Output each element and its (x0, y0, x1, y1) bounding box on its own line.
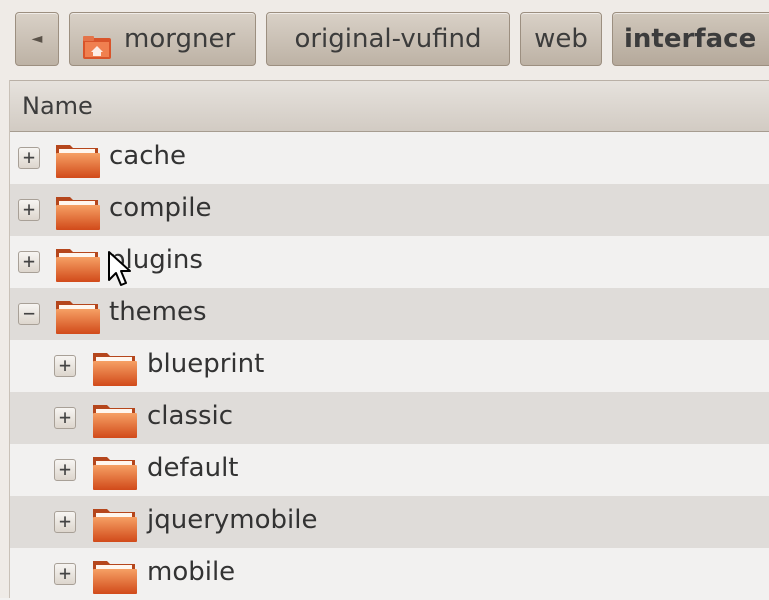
expand-icon[interactable]: + (54, 511, 76, 533)
breadcrumb-label: web (534, 24, 588, 54)
expand-icon[interactable]: + (18, 199, 40, 221)
breadcrumb-interface-button[interactable]: interface (612, 12, 769, 66)
left-edge (0, 80, 10, 598)
tree-item-label: default (147, 453, 239, 483)
tree-item-label: themes (109, 297, 207, 327)
breadcrumb-home-button[interactable]: morgner (69, 12, 256, 66)
folder-icon (93, 353, 137, 386)
collapse-icon[interactable]: − (18, 303, 40, 325)
tree-item-label: classic (147, 401, 234, 431)
expand-icon[interactable]: + (54, 355, 76, 377)
expand-icon[interactable]: + (18, 251, 40, 273)
expand-icon[interactable]: + (54, 563, 76, 585)
tree-item-label: jquerymobile (147, 505, 318, 535)
tree-row[interactable]: + blueprint (10, 340, 769, 392)
folder-icon (56, 145, 100, 178)
tree-item-label: blueprint (147, 349, 265, 379)
column-header-name[interactable]: Name (10, 80, 769, 132)
tree-row[interactable]: + cache (10, 132, 769, 184)
folder-icon (56, 197, 100, 230)
folder-icon (56, 249, 100, 282)
folder-icon (93, 509, 137, 542)
tree-item-label: mobile (147, 557, 236, 587)
back-arrow-button[interactable]: ◄ (15, 12, 59, 66)
tree-item-label: compile (109, 193, 212, 223)
column-header-label: Name (22, 92, 93, 120)
tree-row[interactable]: + compile (10, 184, 769, 236)
breadcrumb: ◄ morgner original-vufind web interface (0, 0, 769, 80)
tree-item-label: cache (109, 141, 186, 171)
tree-row[interactable]: + classic (10, 392, 769, 444)
tree-row[interactable]: + jquerymobile (10, 496, 769, 548)
expand-icon[interactable]: + (54, 407, 76, 429)
expand-icon[interactable]: + (54, 459, 76, 481)
tree-row[interactable]: + mobile (10, 548, 769, 600)
mouse-pointer-icon (108, 251, 131, 286)
breadcrumb-label: original-vufind (294, 24, 482, 54)
folder-icon (93, 561, 137, 594)
breadcrumb-label: interface (624, 24, 757, 54)
folder-icon (93, 405, 137, 438)
breadcrumb-label: morgner (124, 24, 236, 54)
home-folder-icon (82, 26, 112, 59)
left-arrow-icon: ◄ (31, 31, 43, 47)
open-folder-icon (56, 301, 100, 334)
breadcrumb-original-vufind-button[interactable]: original-vufind (266, 12, 510, 66)
breadcrumb-web-button[interactable]: web (520, 12, 602, 66)
tree-row[interactable]: + default (10, 444, 769, 496)
tree-row[interactable]: − themes (10, 288, 769, 340)
folder-icon (93, 457, 137, 490)
expand-icon[interactable]: + (18, 147, 40, 169)
